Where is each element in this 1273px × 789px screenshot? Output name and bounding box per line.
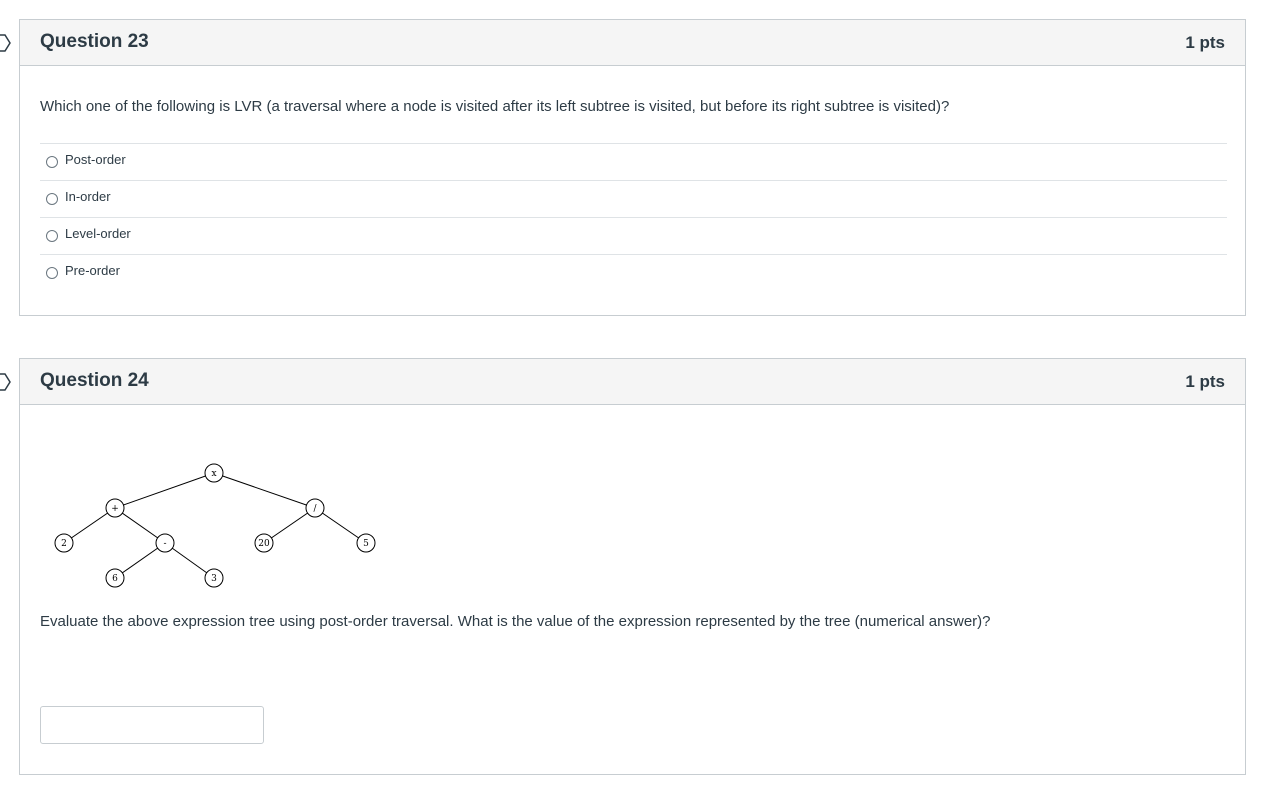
tree-node-minus: - [155,533,175,553]
answer-option[interactable]: Post-order [40,143,1227,180]
tree-edge [213,472,316,509]
question-points: 1 pts [1185,372,1225,391]
question-23-card: Question 23 1 pts Which one of the follo… [0,19,1246,316]
answer-option[interactable]: Pre-order [40,254,1227,291]
question-title: Question 23 [40,31,149,52]
answer-label[interactable]: Post-order [65,152,126,167]
radio-button[interactable] [46,156,58,168]
tree-node-3: 3 [204,568,224,588]
tree-node-20: 20 [254,533,274,553]
question-24-card: Question 24 1 pts x + / 2 - 20 5 6 3 Eva… [0,358,1246,775]
tree-node-divide: / [305,498,325,518]
svg-text:5: 5 [363,539,369,549]
svg-text:x: x [211,469,216,479]
tree-node-5: 5 [356,533,376,553]
question-flag-icon[interactable] [0,373,12,391]
question-text: Evaluate the above expression tree using… [40,613,991,630]
radio-button[interactable] [46,230,58,242]
answer-label[interactable]: Pre-order [65,263,120,278]
radio-button[interactable] [46,193,58,205]
tree-node-6: 6 [105,568,125,588]
svg-text:6: 6 [112,574,118,584]
question-points: 1 pts [1185,33,1225,52]
svg-text:20: 20 [258,539,270,549]
tree-node-2: 2 [54,533,74,553]
answer-option[interactable]: In-order [40,180,1227,217]
answer-option[interactable]: Level-order [40,217,1227,254]
question-title: Question 24 [40,370,149,391]
answer-list: Post-order In-order Level-order Pre-orde… [40,143,1227,291]
question-header: Question 24 1 pts [20,359,1245,405]
numerical-answer-input[interactable] [40,706,264,744]
tree-node-plus: + [105,498,125,518]
svg-text:+: + [111,504,119,514]
tree-node-root: x [204,463,224,483]
svg-text:-: - [163,539,166,549]
tree-edge [114,472,215,509]
answer-label[interactable]: In-order [65,189,111,204]
answer-label[interactable]: Level-order [65,226,131,241]
radio-button[interactable] [46,267,58,279]
tree-edges [63,472,367,579]
question-flag-icon[interactable] [0,34,12,52]
svg-text:2: 2 [61,539,67,549]
question-header: Question 23 1 pts [20,20,1245,66]
expression-tree-diagram: x + / 2 - 20 5 6 3 [54,463,376,588]
svg-text:3: 3 [211,574,217,584]
question-text: Which one of the following is LVR (a tra… [40,98,950,115]
